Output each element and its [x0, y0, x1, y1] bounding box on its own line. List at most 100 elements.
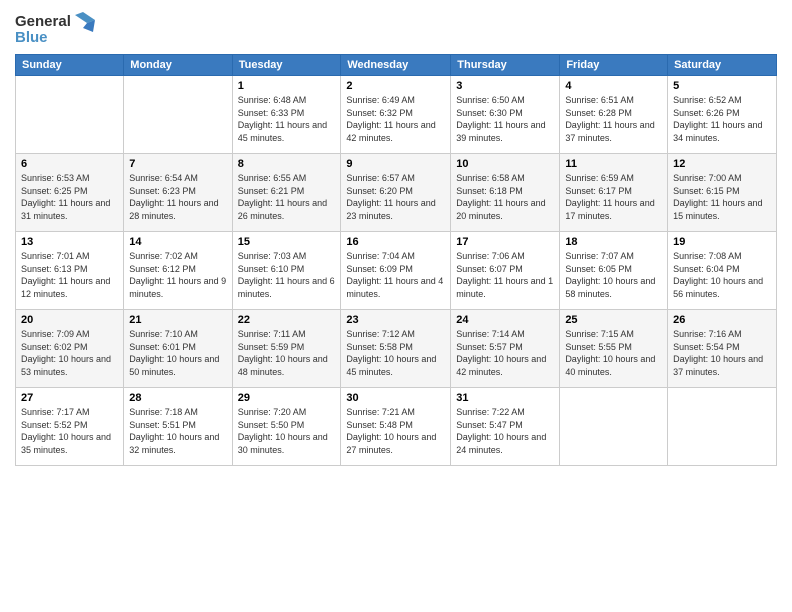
day-number: 26	[673, 314, 771, 326]
day-info: Sunrise: 7:03 AM Sunset: 6:10 PM Dayligh…	[238, 250, 336, 300]
day-info: Sunrise: 6:58 AM Sunset: 6:18 PM Dayligh…	[456, 172, 554, 222]
header: General Blue	[15, 10, 777, 48]
day-number: 16	[346, 236, 445, 248]
day-number: 13	[21, 236, 118, 248]
weekday-header-friday: Friday	[560, 55, 668, 76]
day-number: 14	[129, 236, 226, 248]
day-number: 10	[456, 158, 554, 170]
calendar-cell: 26 Sunrise: 7:16 AM Sunset: 5:54 PM Dayli…	[668, 310, 777, 388]
weekday-header-wednesday: Wednesday	[341, 55, 451, 76]
week-row-3: 13 Sunrise: 7:01 AM Sunset: 6:13 PM Dayli…	[16, 232, 777, 310]
calendar-cell: 14 Sunrise: 7:02 AM Sunset: 6:12 PM Dayli…	[124, 232, 232, 310]
day-number: 7	[129, 158, 226, 170]
week-row-1: 1 Sunrise: 6:48 AM Sunset: 6:33 PM Daylig…	[16, 76, 777, 154]
day-info: Sunrise: 7:14 AM Sunset: 5:57 PM Dayligh…	[456, 328, 554, 378]
calendar-cell	[560, 388, 668, 466]
day-info: Sunrise: 7:21 AM Sunset: 5:48 PM Dayligh…	[346, 406, 445, 456]
weekday-header-sunday: Sunday	[16, 55, 124, 76]
day-info: Sunrise: 7:18 AM Sunset: 5:51 PM Dayligh…	[129, 406, 226, 456]
day-info: Sunrise: 7:09 AM Sunset: 6:02 PM Dayligh…	[21, 328, 118, 378]
calendar-cell: 12 Sunrise: 7:00 AM Sunset: 6:15 PM Dayli…	[668, 154, 777, 232]
day-info: Sunrise: 7:00 AM Sunset: 6:15 PM Dayligh…	[673, 172, 771, 222]
calendar-cell: 16 Sunrise: 7:04 AM Sunset: 6:09 PM Dayli…	[341, 232, 451, 310]
week-row-5: 27 Sunrise: 7:17 AM Sunset: 5:52 PM Dayli…	[16, 388, 777, 466]
calendar-cell: 4Sunrise: 6:51 AM Sunset: 6:28 PM Daylig…	[560, 76, 668, 154]
week-row-4: 20 Sunrise: 7:09 AM Sunset: 6:02 PM Dayli…	[16, 310, 777, 388]
weekday-header-saturday: Saturday	[668, 55, 777, 76]
day-info: Sunrise: 7:04 AM Sunset: 6:09 PM Dayligh…	[346, 250, 445, 300]
day-number: 15	[238, 236, 336, 248]
calendar-cell: 30 Sunrise: 7:21 AM Sunset: 5:48 PM Dayli…	[341, 388, 451, 466]
day-number: 19	[673, 236, 771, 248]
day-number: 21	[129, 314, 226, 326]
day-info: Sunrise: 7:01 AM Sunset: 6:13 PM Dayligh…	[21, 250, 118, 300]
calendar-cell: 21Sunrise: 7:10 AM Sunset: 6:01 PM Dayli…	[124, 310, 232, 388]
calendar-cell: 2Sunrise: 6:49 AM Sunset: 6:32 PM Daylig…	[341, 76, 451, 154]
calendar-cell: 3Sunrise: 6:50 AM Sunset: 6:30 PM Daylig…	[451, 76, 560, 154]
day-info: Sunrise: 6:51 AM Sunset: 6:28 PM Dayligh…	[565, 94, 662, 144]
day-number: 12	[673, 158, 771, 170]
day-number: 30	[346, 392, 445, 404]
day-number: 31	[456, 392, 554, 404]
calendar-cell: 25Sunrise: 7:15 AM Sunset: 5:55 PM Dayli…	[560, 310, 668, 388]
day-number: 23	[346, 314, 445, 326]
calendar-cell: 5Sunrise: 6:52 AM Sunset: 6:26 PM Daylig…	[668, 76, 777, 154]
week-row-2: 6 Sunrise: 6:53 AM Sunset: 6:25 PM Daylig…	[16, 154, 777, 232]
day-number: 25	[565, 314, 662, 326]
logo-svg: General Blue	[15, 10, 95, 48]
day-info: Sunrise: 6:48 AM Sunset: 6:33 PM Dayligh…	[238, 94, 336, 144]
day-info: Sunrise: 6:57 AM Sunset: 6:20 PM Dayligh…	[346, 172, 445, 222]
logo: General Blue	[15, 10, 95, 48]
calendar-cell: 13 Sunrise: 7:01 AM Sunset: 6:13 PM Dayli…	[16, 232, 124, 310]
calendar-cell: 31 Sunrise: 7:22 AM Sunset: 5:47 PM Dayli…	[451, 388, 560, 466]
calendar-cell: 11 Sunrise: 6:59 AM Sunset: 6:17 PM Dayli…	[560, 154, 668, 232]
svg-text:Blue: Blue	[15, 29, 48, 46]
day-info: Sunrise: 7:11 AM Sunset: 5:59 PM Dayligh…	[238, 328, 336, 378]
calendar-cell: 8 Sunrise: 6:55 AM Sunset: 6:21 PM Daylig…	[232, 154, 341, 232]
day-number: 8	[238, 158, 336, 170]
calendar-cell	[16, 76, 124, 154]
calendar-cell: 20 Sunrise: 7:09 AM Sunset: 6:02 PM Dayli…	[16, 310, 124, 388]
day-number: 6	[21, 158, 118, 170]
day-number: 27	[21, 392, 118, 404]
calendar-cell: 9 Sunrise: 6:57 AM Sunset: 6:20 PM Daylig…	[341, 154, 451, 232]
day-number: 20	[21, 314, 118, 326]
calendar-cell: 17Sunrise: 7:06 AM Sunset: 6:07 PM Dayli…	[451, 232, 560, 310]
day-info: Sunrise: 7:02 AM Sunset: 6:12 PM Dayligh…	[129, 250, 226, 300]
calendar-cell: 29 Sunrise: 7:20 AM Sunset: 5:50 PM Dayli…	[232, 388, 341, 466]
day-info: Sunrise: 6:55 AM Sunset: 6:21 PM Dayligh…	[238, 172, 336, 222]
day-number: 28	[129, 392, 226, 404]
calendar-cell: 1 Sunrise: 6:48 AM Sunset: 6:33 PM Daylig…	[232, 76, 341, 154]
calendar-cell	[668, 388, 777, 466]
day-info: Sunrise: 7:16 AM Sunset: 5:54 PM Dayligh…	[673, 328, 771, 378]
day-info: Sunrise: 7:06 AM Sunset: 6:07 PM Dayligh…	[456, 250, 554, 300]
weekday-header-tuesday: Tuesday	[232, 55, 341, 76]
calendar-cell: 27 Sunrise: 7:17 AM Sunset: 5:52 PM Dayli…	[16, 388, 124, 466]
page-container: General Blue SundayMondayTuesdayWednesda…	[0, 0, 792, 476]
svg-text:General: General	[15, 13, 71, 30]
day-info: Sunrise: 7:22 AM Sunset: 5:47 PM Dayligh…	[456, 406, 554, 456]
day-info: Sunrise: 7:20 AM Sunset: 5:50 PM Dayligh…	[238, 406, 336, 456]
calendar-cell: 10 Sunrise: 6:58 AM Sunset: 6:18 PM Dayli…	[451, 154, 560, 232]
calendar-cell: 15 Sunrise: 7:03 AM Sunset: 6:10 PM Dayli…	[232, 232, 341, 310]
day-number: 2	[346, 80, 445, 92]
calendar-cell: 18Sunrise: 7:07 AM Sunset: 6:05 PM Dayli…	[560, 232, 668, 310]
day-number: 11	[565, 158, 662, 170]
calendar-cell: 28 Sunrise: 7:18 AM Sunset: 5:51 PM Dayli…	[124, 388, 232, 466]
day-number: 29	[238, 392, 336, 404]
day-number: 9	[346, 158, 445, 170]
day-info: Sunrise: 6:59 AM Sunset: 6:17 PM Dayligh…	[565, 172, 662, 222]
calendar-cell: 6 Sunrise: 6:53 AM Sunset: 6:25 PM Daylig…	[16, 154, 124, 232]
day-number: 1	[238, 80, 336, 92]
day-info: Sunrise: 7:17 AM Sunset: 5:52 PM Dayligh…	[21, 406, 118, 456]
calendar-cell: 22 Sunrise: 7:11 AM Sunset: 5:59 PM Dayli…	[232, 310, 341, 388]
day-info: Sunrise: 6:53 AM Sunset: 6:25 PM Dayligh…	[21, 172, 118, 222]
day-info: Sunrise: 6:50 AM Sunset: 6:30 PM Dayligh…	[456, 94, 554, 144]
calendar-table: SundayMondayTuesdayWednesdayThursdayFrid…	[15, 54, 777, 466]
calendar-cell: 23Sunrise: 7:12 AM Sunset: 5:58 PM Dayli…	[341, 310, 451, 388]
day-number: 22	[238, 314, 336, 326]
calendar-cell: 7Sunrise: 6:54 AM Sunset: 6:23 PM Daylig…	[124, 154, 232, 232]
day-number: 5	[673, 80, 771, 92]
calendar-cell: 24Sunrise: 7:14 AM Sunset: 5:57 PM Dayli…	[451, 310, 560, 388]
calendar-cell: 19Sunrise: 7:08 AM Sunset: 6:04 PM Dayli…	[668, 232, 777, 310]
